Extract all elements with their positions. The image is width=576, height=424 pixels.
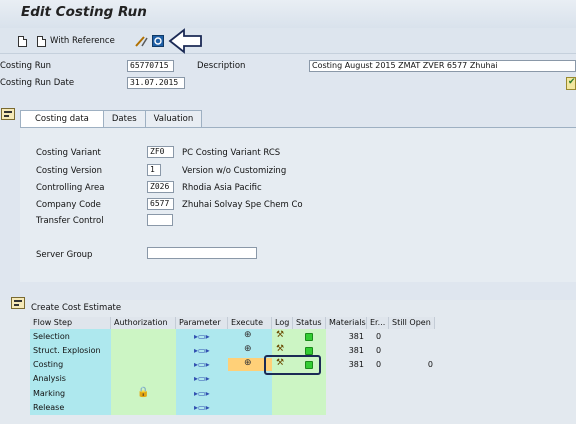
flow-step-cell[interactable]: Release xyxy=(30,402,64,414)
with-reference-label: With Reference xyxy=(50,36,115,46)
controlling-area-field[interactable]: Z026 xyxy=(147,181,174,193)
col-still-open[interactable]: Still Open xyxy=(389,317,435,329)
collapse-icon xyxy=(14,300,22,306)
transfer-control-field[interactable] xyxy=(147,214,173,226)
display-button[interactable] xyxy=(152,33,164,49)
errors-cell: 0 xyxy=(375,346,382,355)
controlling-area-label: Controlling Area xyxy=(36,183,105,193)
tab-valuation[interactable]: Valuation xyxy=(144,110,203,128)
execute-clock-icon[interactable]: ⊕ xyxy=(244,344,252,354)
server-group-label: Server Group xyxy=(36,250,93,260)
materials-cell: 381 xyxy=(348,360,364,369)
create-button[interactable] xyxy=(18,33,27,49)
company-code-desc: Zhuhai Solvay Spe Chem Co xyxy=(182,200,303,210)
display-glasses-icon xyxy=(152,35,164,47)
errors-cell: 0 xyxy=(375,332,382,341)
document-icon xyxy=(37,35,46,47)
status-green-icon xyxy=(305,347,313,355)
flow-step-cell[interactable]: Struct. Explosion xyxy=(30,345,101,357)
log-icon[interactable]: ⚒ xyxy=(276,344,284,354)
col-authorization[interactable]: Authorization xyxy=(111,317,176,329)
authorization-column xyxy=(111,329,176,415)
errors-cell: 0 xyxy=(375,360,382,369)
materials-cell: 381 xyxy=(348,346,364,355)
description-label: Description xyxy=(197,61,246,71)
company-code-field[interactable]: 6577 xyxy=(147,198,174,210)
collapse-estimate-button[interactable] xyxy=(11,297,25,309)
controlling-area-desc: Rhodia Asia Pacific xyxy=(182,183,262,193)
estimate-title: Create Cost Estimate xyxy=(31,303,122,313)
costing-run-label: Costing Run xyxy=(0,61,52,71)
flow-step-cell[interactable]: Analysis xyxy=(30,373,66,385)
flow-step-cell[interactable]: Costing xyxy=(30,359,63,371)
still-open-cell: 0 xyxy=(427,360,433,369)
col-errors[interactable]: Er... xyxy=(367,317,389,329)
parameter-icon[interactable]: ▸▭▸ xyxy=(194,332,210,341)
costing-version-field[interactable]: 1 xyxy=(147,164,161,176)
edit-button[interactable] xyxy=(134,33,148,49)
tab-dates[interactable]: Dates xyxy=(102,110,146,128)
collapse-panel-button[interactable] xyxy=(1,108,15,120)
costing-variant-desc: PC Costing Variant RCS xyxy=(182,148,281,158)
col-parameter[interactable]: Parameter xyxy=(176,317,228,329)
new-document-icon xyxy=(18,35,27,47)
col-execute[interactable]: Execute xyxy=(228,317,272,329)
server-group-field[interactable] xyxy=(147,247,257,259)
flow-step-cell[interactable]: Marking xyxy=(30,388,65,400)
toolbar: With Reference xyxy=(0,28,576,54)
check-icon: ✔ xyxy=(568,77,576,87)
lock-icon[interactable]: 🔒 xyxy=(137,387,149,398)
col-materials[interactable]: Materials xyxy=(326,317,367,329)
costing-version-desc: Version w/o Customizing xyxy=(182,166,287,176)
run-date-label: Costing Run Date xyxy=(0,78,75,88)
parameter-icon[interactable]: ▸▭▸ xyxy=(194,374,210,383)
col-flow-step[interactable]: Flow Step xyxy=(30,317,111,329)
company-code-label: Company Code xyxy=(36,200,101,210)
costing-version-label: Costing Version xyxy=(36,166,102,176)
execute-clock-icon[interactable]: ⊕ xyxy=(244,358,252,368)
parameter-icon[interactable]: ▸▭▸ xyxy=(194,360,210,369)
annotation-arrow-icon xyxy=(168,28,202,54)
page-title: Edit Costing Run xyxy=(21,4,147,20)
col-status[interactable]: Status xyxy=(293,317,326,329)
materials-cell: 381 xyxy=(348,332,364,341)
collapse-icon xyxy=(4,111,12,117)
tab-costing-data[interactable]: Costing data xyxy=(20,110,104,128)
with-reference-button[interactable]: With Reference xyxy=(37,33,115,49)
costing-variant-field[interactable]: ZF0 xyxy=(147,146,174,158)
parameter-icon[interactable]: ▸▭▸ xyxy=(194,389,210,398)
tab-strip: Costing data Dates Valuation xyxy=(20,110,203,128)
col-log[interactable]: Log xyxy=(272,317,293,329)
execute-clock-icon[interactable]: ⊕ xyxy=(244,330,252,340)
parameter-icon[interactable]: ▸▭▸ xyxy=(194,403,210,412)
pencil-glasses-icon xyxy=(135,36,148,47)
title-bar: Edit Costing Run xyxy=(0,0,576,28)
run-date-field[interactable]: 31.07.2015 xyxy=(127,77,185,89)
description-field[interactable]: Costing August 2015 ZMAT ZVER 6577 Zhuha… xyxy=(309,60,576,72)
costing-variant-label: Costing Variant xyxy=(36,148,101,158)
transfer-control-label: Transfer Control xyxy=(36,216,104,226)
flow-step-cell[interactable]: Selection xyxy=(30,331,70,343)
annotation-highlight-box xyxy=(264,355,321,375)
status-green-icon xyxy=(305,333,313,341)
checkmark-button[interactable]: ✔ xyxy=(566,77,576,90)
parameter-icon[interactable]: ▸▭▸ xyxy=(194,346,210,355)
log-icon[interactable]: ⚒ xyxy=(276,330,284,340)
costing-run-field[interactable]: 65770715 xyxy=(127,60,174,72)
